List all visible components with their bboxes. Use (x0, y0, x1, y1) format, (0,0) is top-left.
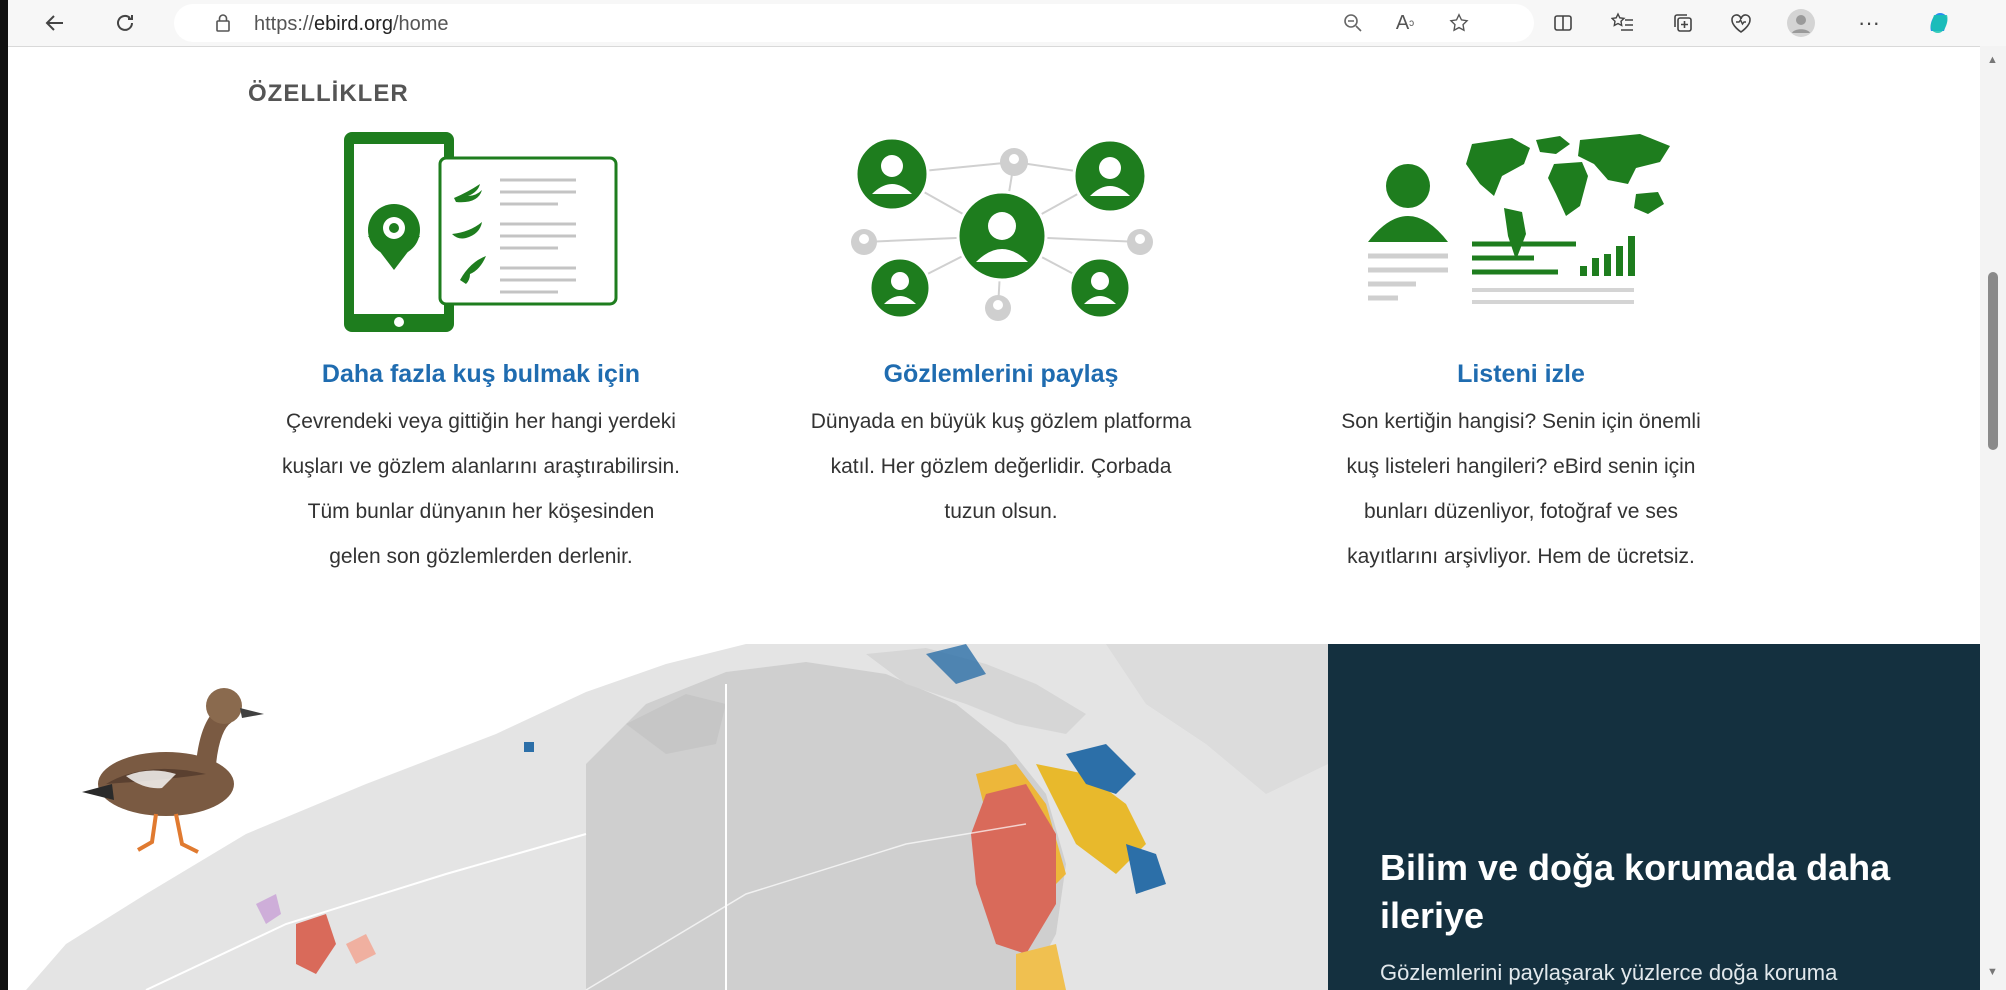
feature-title[interactable]: Daha fazla kuş bulmak için (246, 360, 716, 389)
window-edge (0, 0, 8, 990)
browser-essentials-icon[interactable] (1724, 6, 1758, 40)
science-panel: Bilim ve doğa korumada daha ileriye Gözl… (1328, 644, 1980, 990)
feature-title[interactable]: Gözlemlerini paylaş (766, 360, 1236, 389)
browser-toolbar: https://ebird.org/home Aↄ ··· (8, 0, 2006, 47)
feature-find-birds: Daha fazla kuş bulmak için Çevrendeki ve… (246, 130, 716, 579)
panel-title: Bilim ve doğa korumada daha ileriye (1380, 847, 1891, 936)
network-people-illustration (766, 130, 1236, 340)
address-bar[interactable]: https://ebird.org/home Aↄ (174, 4, 1534, 42)
favorites-list-icon[interactable] (1606, 6, 1640, 40)
abundance-map (26, 644, 1328, 990)
url-text[interactable]: https://ebird.org/home (254, 13, 449, 36)
zoom-icon[interactable] (1336, 6, 1370, 40)
split-screen-icon[interactable] (1546, 6, 1580, 40)
lock-icon[interactable] (206, 6, 240, 40)
copilot-icon[interactable] (1922, 6, 1956, 40)
scrollbar-thumb[interactable] (1988, 272, 1998, 450)
more-icon[interactable]: ··· (1852, 6, 1886, 40)
feature-title[interactable]: Listeni izle (1286, 360, 1756, 389)
feature-text: Çevrendeki veya gittiğin her hangi yerde… (282, 410, 680, 568)
phone-birds-illustration (246, 130, 716, 340)
scroll-down-icon[interactable]: ▼ (1987, 966, 1998, 978)
feature-text: Dünyada en büyük kuş gözlem platforma ka… (810, 410, 1192, 523)
feature-share-observations: Gözlemlerini paylaş Dünyada en büyük kuş… (766, 130, 1236, 534)
world-map-list-illustration (1286, 130, 1756, 340)
read-aloud-icon[interactable]: Aↄ (1388, 6, 1422, 40)
favorite-icon[interactable] (1442, 6, 1476, 40)
collections-icon[interactable] (1666, 6, 1700, 40)
feature-track-list: Listeni izle Son kertiğin hangisi? Senin… (1286, 130, 1756, 579)
features-heading: ÖZELLİKLER (248, 80, 409, 107)
feature-text: Son kertiğin hangisi? Senin için önemli … (1341, 410, 1701, 568)
profile-avatar[interactable] (1784, 6, 1818, 40)
scroll-up-icon[interactable]: ▲ (1987, 54, 1998, 66)
scrollbar[interactable]: ▲ ▼ (1980, 46, 2006, 990)
back-icon[interactable] (38, 6, 72, 40)
panel-text: Gözlemlerini paylaşarak yüzlerce doğa ko… (1380, 960, 1838, 985)
refresh-icon[interactable] (108, 6, 142, 40)
